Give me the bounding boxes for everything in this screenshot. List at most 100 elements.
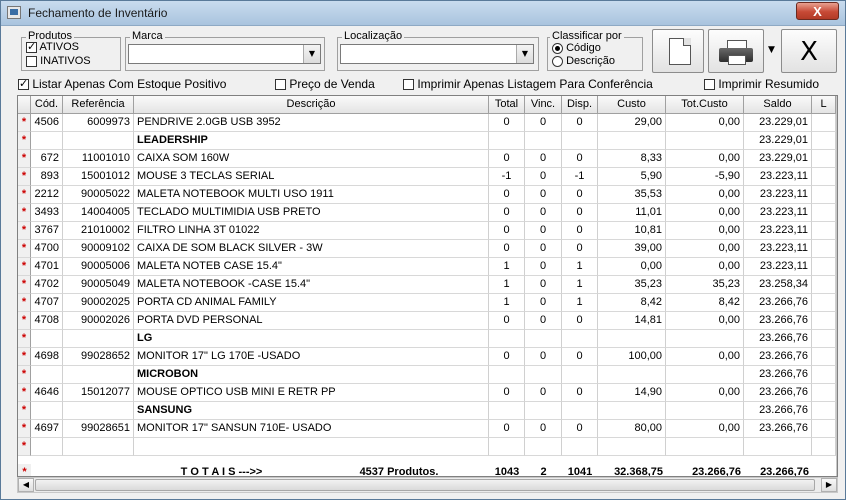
ativos-option[interactable]: ATIVOS [26, 40, 79, 54]
cell-custo[interactable] [598, 402, 666, 420]
column-header-descricao[interactable]: Descrição [134, 96, 489, 114]
inativos-checkbox[interactable] [26, 55, 37, 67]
cell-referencia[interactable]: 90002026 [63, 312, 134, 330]
imprimir-conferencia-checkbox[interactable] [403, 79, 414, 91]
cell-descricao[interactable]: FILTRO LINHA 3T 01022 [134, 222, 489, 240]
table-row[interactable]: * 4700 90009102 CAIXA DE SOM BLACK SILVER -… [18, 240, 837, 258]
cell-disp[interactable]: 0 [562, 186, 598, 204]
window-close-button[interactable]: X [796, 2, 839, 20]
imprimir-conferencia-option[interactable]: Imprimir Apenas Listagem Para Conferênci… [403, 77, 653, 91]
cell-saldo[interactable]: 23.223,11 [744, 240, 812, 258]
cell-vinc[interactable] [525, 438, 562, 456]
cell-descricao[interactable]: LEADERSHIP [134, 132, 489, 150]
scroll-up-icon[interactable]: ▲ [837, 96, 838, 112]
cell-tot-custo[interactable]: 0,00 [666, 114, 744, 132]
cell-l[interactable] [812, 384, 836, 402]
inventory-grid[interactable]: Cód. Referência Descrição Total Vinc. Di… [17, 95, 838, 477]
cell-tot-custo[interactable]: -5,90 [666, 168, 744, 186]
table-row[interactable]: * 4698 99028652 MONITOR 17" LG 170E -USADO 0… [18, 348, 837, 366]
cell-cod[interactable]: 4707 [31, 294, 63, 312]
cell-cod[interactable]: 3493 [31, 204, 63, 222]
cell-disp[interactable]: 0 [562, 384, 598, 402]
cell-vinc[interactable]: 0 [525, 240, 562, 258]
cell-l[interactable] [812, 240, 836, 258]
cell-disp[interactable]: 0 [562, 240, 598, 258]
cell-descricao[interactable]: MOUSE OPTICO USB MINI E RETR PP [134, 384, 489, 402]
cell-vinc[interactable] [525, 402, 562, 420]
table-row[interactable]: * 3767 21010002 FILTRO LINHA 3T 01022 0 0 0 10,… [18, 222, 837, 240]
cell-tot-custo[interactable] [666, 402, 744, 420]
cell-vinc[interactable]: 0 [525, 168, 562, 186]
cell-vinc[interactable]: 0 [525, 258, 562, 276]
cell-disp[interactable]: 0 [562, 114, 598, 132]
cell-l[interactable] [812, 276, 836, 294]
cell-referencia[interactable]: 90005006 [63, 258, 134, 276]
cell-l[interactable] [812, 168, 836, 186]
table-row[interactable]: * 893 15001012 MOUSE 3 TECLAS SERIAL -1 0 -1 5,… [18, 168, 837, 186]
column-header-disp[interactable]: Disp. [562, 96, 598, 114]
imprimir-resumido-option[interactable]: Imprimir Resumido [704, 77, 819, 91]
cell-vinc[interactable]: 0 [525, 348, 562, 366]
table-row[interactable]: * 4701 90005006 MALETA NOTEB CASE 15.4" 1 0 1 0… [18, 258, 837, 276]
imprimir-resumido-checkbox[interactable] [704, 79, 715, 91]
column-header-l[interactable]: L [812, 96, 836, 114]
cell-custo[interactable]: 5,90 [598, 168, 666, 186]
cell-total[interactable]: 0 [489, 348, 525, 366]
cell-referencia[interactable]: 90002025 [63, 294, 134, 312]
cell-disp[interactable]: 0 [562, 222, 598, 240]
table-row[interactable]: * 4708 90002026 PORTA DVD PERSONAL 0 0 0 14,81 0… [18, 312, 837, 330]
close-button[interactable]: X [781, 29, 837, 73]
cell-vinc[interactable] [525, 132, 562, 150]
cell-disp[interactable]: 0 [562, 204, 598, 222]
cell-referencia[interactable] [63, 402, 134, 420]
horizontal-scroll-thumb[interactable] [35, 479, 815, 491]
cell-tot-custo[interactable]: 0,00 [666, 150, 744, 168]
cell-tot-custo[interactable]: 0,00 [666, 222, 744, 240]
cell-total[interactable] [489, 132, 525, 150]
ativos-checkbox[interactable] [26, 40, 37, 53]
cell-descricao[interactable]: MALETA NOTEB CASE 15.4" [134, 258, 489, 276]
cell-cod[interactable]: 4708 [31, 312, 63, 330]
scroll-left-icon[interactable]: ◀ [18, 478, 34, 492]
cell-vinc[interactable]: 0 [525, 150, 562, 168]
codigo-option[interactable]: Código [552, 42, 601, 55]
cell-tot-custo[interactable]: 0,00 [666, 240, 744, 258]
table-row[interactable]: * 2212 90005022 MALETA NOTEBOOK MULTI USO 1… [18, 186, 837, 204]
cell-total[interactable] [489, 402, 525, 420]
cell-tot-custo[interactable]: 8,42 [666, 294, 744, 312]
cell-tot-custo[interactable]: 0,00 [666, 258, 744, 276]
cell-cod[interactable]: 893 [31, 168, 63, 186]
cell-tot-custo[interactable] [666, 438, 744, 456]
cell-cod[interactable]: 4506 [31, 114, 63, 132]
cell-saldo[interactable]: 23.223,11 [744, 222, 812, 240]
cell-tot-custo[interactable] [666, 366, 744, 384]
cell-tot-custo[interactable]: 0,00 [666, 186, 744, 204]
column-header-tot-custo[interactable]: Tot.Custo [666, 96, 744, 114]
cell-descricao[interactable]: CAIXA DE SOM BLACK SILVER - 3W [134, 240, 489, 258]
localizacao-select[interactable]: ▼ [340, 44, 534, 64]
cell-saldo[interactable]: 23.229,01 [744, 132, 812, 150]
table-row[interactable]: * 4697 99028651 MONITOR 17" SANSUN 710E- US… [18, 420, 837, 438]
cell-disp[interactable]: 1 [562, 294, 598, 312]
cell-total[interactable]: 1 [489, 258, 525, 276]
cell-l[interactable] [812, 348, 836, 366]
cell-descricao[interactable]: PENDRIVE 2.0GB USB 3952 [134, 114, 489, 132]
cell-cod[interactable]: 2212 [31, 186, 63, 204]
cell-vinc[interactable]: 0 [525, 204, 562, 222]
cell-referencia[interactable] [63, 330, 134, 348]
preco-venda-checkbox[interactable] [275, 79, 286, 91]
table-row[interactable]: * LEADERSHIP 23.229,01 [18, 132, 837, 150]
cell-saldo[interactable]: 23.258,34 [744, 276, 812, 294]
cell-total[interactable]: 0 [489, 420, 525, 438]
cell-cod[interactable]: 4646 [31, 384, 63, 402]
column-header-cod[interactable]: Cód. [31, 96, 63, 114]
cell-cod[interactable] [31, 438, 63, 456]
table-row[interactable]: * MICROBON 23.266,76 [18, 366, 837, 384]
cell-referencia[interactable]: 99028652 [63, 348, 134, 366]
cell-l[interactable] [812, 132, 836, 150]
cell-vinc[interactable]: 0 [525, 114, 562, 132]
cell-referencia[interactable]: 90005049 [63, 276, 134, 294]
table-row[interactable]: * SANSUNG 23.266,76 [18, 402, 837, 420]
table-row[interactable]: * 672 11001010 CAIXA SOM 160W 0 0 0 8,33 0,00 23.… [18, 150, 837, 168]
cell-referencia[interactable]: 15001012 [63, 168, 134, 186]
